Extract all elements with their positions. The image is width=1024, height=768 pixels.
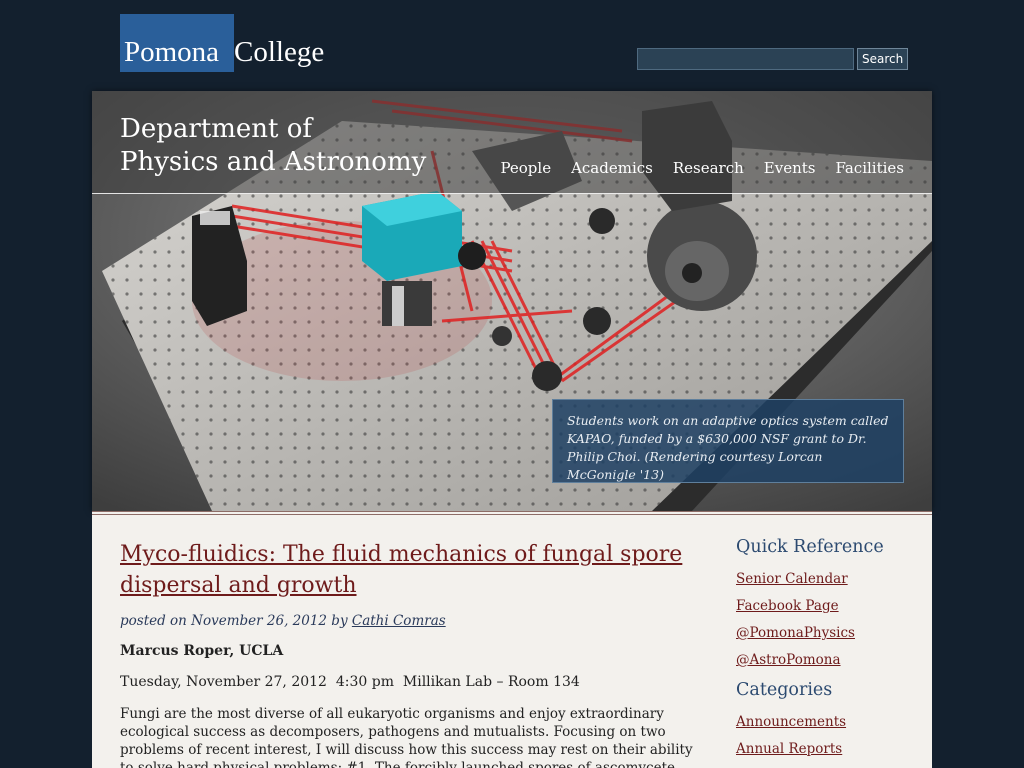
pomona-physics-link[interactable]: @PomonaPhysics xyxy=(736,625,855,641)
pomona-college-logo[interactable]: Pomona College xyxy=(120,14,324,72)
nav-people[interactable]: People xyxy=(500,159,551,177)
list-item: @AstroPomona xyxy=(736,649,916,668)
post-meta-prefix: posted on November 26, 2012 by xyxy=(120,613,348,629)
quick-reference-heading: Quick Reference xyxy=(736,537,884,557)
post-abstract: Fungi are the most diverse of all eukary… xyxy=(120,706,693,768)
post-author-link[interactable]: Cathi Comras xyxy=(352,613,446,629)
post-meta: posted on November 26, 2012 by Cathi Com… xyxy=(120,613,710,629)
list-item: Annual Reports xyxy=(736,738,916,757)
department-title[interactable]: Department of Physics and Astronomy xyxy=(120,113,426,179)
quick-reference-list: Senior Calendar Facebook Page @PomonaPhy… xyxy=(736,568,916,668)
announcements-link[interactable]: Announcements xyxy=(736,714,846,730)
main-nav: People Academics Research Events Facilit… xyxy=(500,159,904,177)
logo-pomona-text: Pomona xyxy=(120,14,234,72)
search-input[interactable] xyxy=(637,48,854,70)
post-title-link[interactable]: Myco-fluidics: The fluid mechanics of fu… xyxy=(120,539,710,601)
nav-facilities[interactable]: Facilities xyxy=(835,159,904,177)
logo-college-text: College xyxy=(234,36,325,68)
department-title-line1: Department of xyxy=(120,114,313,144)
hero-caption: Students work on an adaptive optics syst… xyxy=(552,399,904,483)
post-event-details: Tuesday, November 27, 2012 4:30 pm Milli… xyxy=(120,674,580,690)
list-item: @PomonaPhysics xyxy=(736,622,916,641)
list-item: Announcements xyxy=(736,711,916,730)
categories-list: Announcements Annual Reports xyxy=(736,711,916,757)
content-area: Myco-fluidics: The fluid mechanics of fu… xyxy=(92,511,932,768)
list-item: Senior Calendar xyxy=(736,568,916,587)
main-column: Myco-fluidics: The fluid mechanics of fu… xyxy=(120,539,710,768)
facebook-page-link[interactable]: Facebook Page xyxy=(736,598,839,614)
sidebar: Quick Reference Senior Calendar Facebook… xyxy=(736,537,916,768)
nav-academics[interactable]: Academics xyxy=(571,159,653,177)
astro-pomona-link[interactable]: @AstroPomona xyxy=(736,652,841,668)
department-title-line2: Physics and Astronomy xyxy=(120,147,427,177)
post-speaker: Marcus Roper, UCLA xyxy=(120,643,284,659)
annual-reports-link[interactable]: Annual Reports xyxy=(736,741,842,757)
search-form: Search xyxy=(637,48,909,70)
senior-calendar-link[interactable]: Senior Calendar xyxy=(736,571,848,587)
search-button[interactable]: Search xyxy=(857,48,909,70)
nav-research[interactable]: Research xyxy=(673,159,744,177)
nav-events[interactable]: Events xyxy=(764,159,816,177)
categories-heading: Categories xyxy=(736,680,833,700)
hero-banner: Department of Physics and Astronomy Peop… xyxy=(92,91,932,511)
list-item: Facebook Page xyxy=(736,595,916,614)
